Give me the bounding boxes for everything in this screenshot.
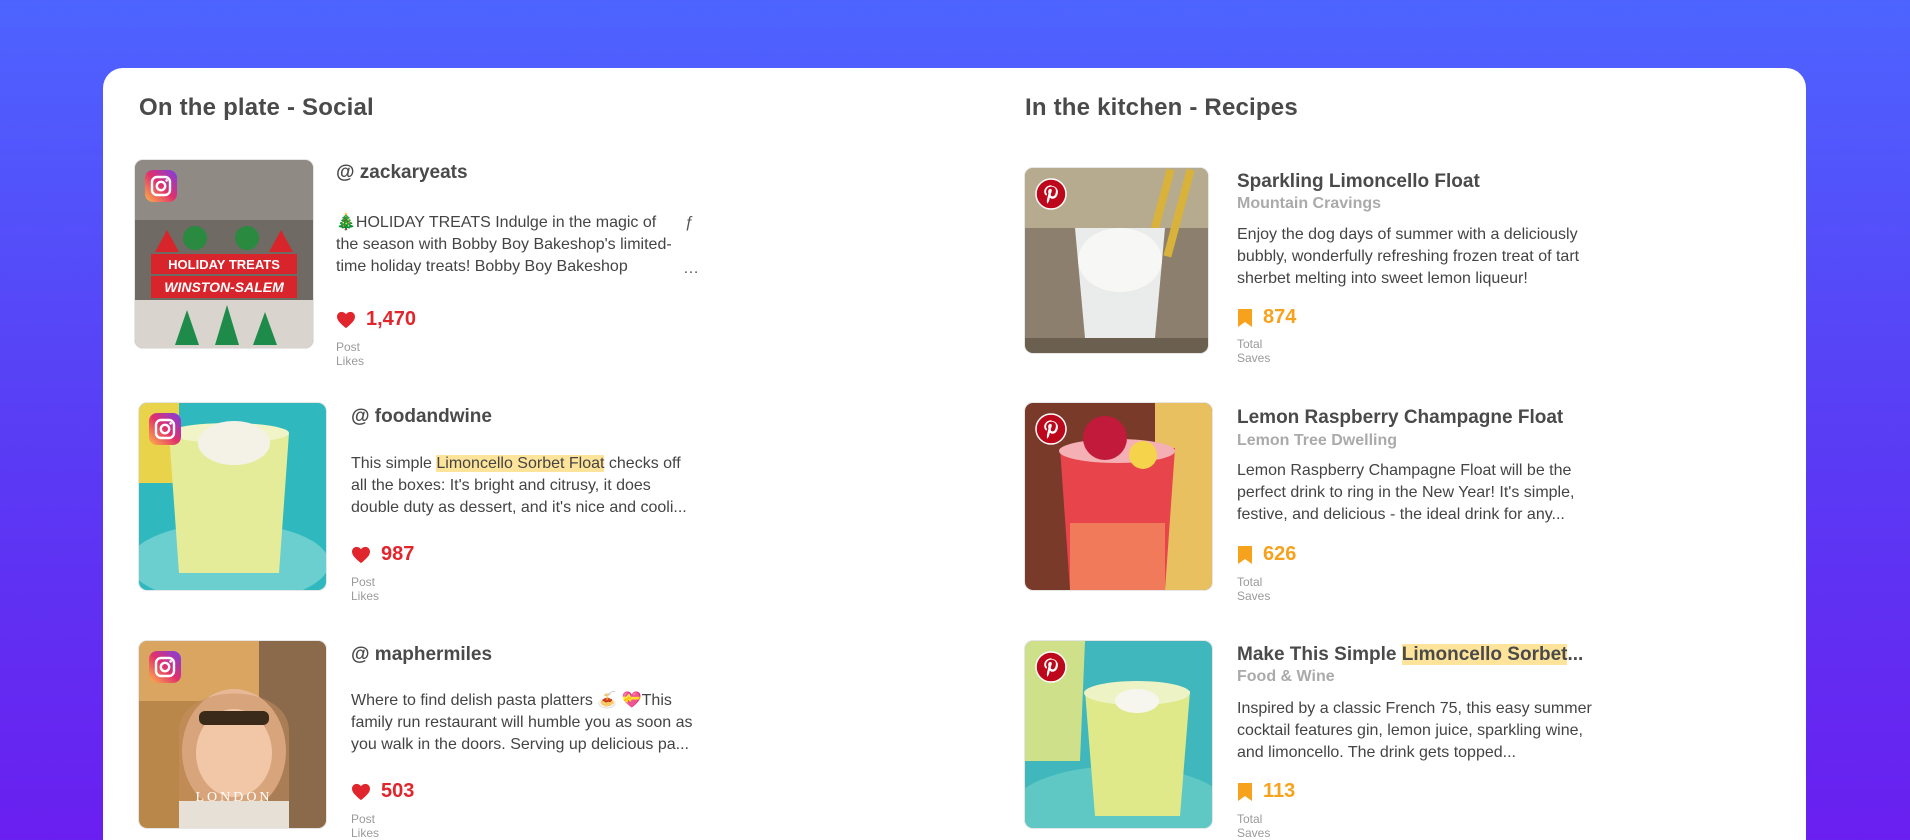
post-text: Where to find delish pasta platters 🍝 💝T…	[351, 692, 693, 753]
likes-count: 987	[381, 543, 415, 565]
saves-label: Total Saves	[1237, 337, 1271, 365]
heart-icon	[337, 311, 355, 328]
likes-metric: 987	[351, 543, 414, 566]
recipe-image[interactable]	[1025, 641, 1212, 828]
saves-label: Total Saves	[1237, 575, 1271, 603]
post-handle[interactable]: @ foodandwine	[351, 406, 492, 428]
facebook-icon: ƒ	[685, 214, 694, 231]
image-caption: LONDON	[195, 790, 272, 805]
likes-metric: 503	[351, 780, 414, 803]
image-caption-top: HOLIDAY TREATS	[168, 257, 280, 272]
more-icon[interactable]: …	[683, 260, 699, 278]
heart-icon	[352, 783, 370, 800]
recipe-source[interactable]: Mountain Cravings	[1237, 195, 1381, 213]
likes-count: 503	[381, 780, 415, 802]
recipe-text: Enjoy the dog days of summer with a deli…	[1237, 226, 1580, 287]
post-text: 🎄HOLIDAY TREATS Indulge in the magic of …	[336, 214, 672, 275]
pinterest-icon	[1035, 413, 1067, 445]
pinterest-icon	[1035, 651, 1067, 683]
post-image[interactable]	[139, 403, 326, 590]
pinterest-icon	[1035, 178, 1067, 210]
social-section-title: On the plate - Social	[139, 94, 374, 121]
likes-label: Post Likes	[351, 812, 380, 840]
recipe-image[interactable]	[1025, 403, 1212, 590]
recipes-section-title: In the kitchen - Recipes	[1025, 94, 1298, 121]
image-caption-bottom: WINSTON-SALEM	[164, 279, 284, 295]
recipe-text: Lemon Raspberry Champagne Float will be …	[1237, 462, 1575, 523]
recipe-title[interactable]: Lemon Raspberry Champagne Float	[1237, 407, 1563, 429]
instagram-icon	[149, 413, 181, 445]
search-highlight: Limoncello Sorbet Float	[436, 455, 605, 472]
post-image[interactable]: LONDON	[139, 641, 326, 828]
likes-count: 1,470	[366, 308, 417, 330]
saves-label: Total Saves	[1237, 812, 1271, 840]
saves-metric: 626	[1237, 543, 1296, 566]
recipe-title[interactable]: Sparkling Limoncello Float	[1237, 171, 1480, 193]
saves-count: 626	[1263, 543, 1297, 565]
post-handle[interactable]: @ maphermiles	[351, 644, 492, 666]
bookmark-icon	[1238, 545, 1252, 564]
likes-metric: 1,470	[336, 308, 416, 331]
saves-count: 874	[1263, 306, 1297, 328]
recipe-text: Inspired by a classic French 75, this ea…	[1237, 700, 1592, 761]
post-handle[interactable]: @ zackaryeats	[336, 162, 468, 184]
post-image[interactable]: HOLIDAY TREATS WINSTON-SALEM	[135, 160, 313, 348]
instagram-icon	[145, 170, 177, 202]
instagram-icon	[149, 651, 181, 683]
recipe-image[interactable]	[1025, 168, 1208, 353]
likes-label: Post Likes	[351, 575, 380, 603]
recipe-source[interactable]: Lemon Tree Dwelling	[1237, 432, 1397, 450]
saves-metric: 113	[1237, 780, 1295, 803]
search-highlight: Limoncello Sorbet	[1401, 644, 1568, 665]
bookmark-icon	[1238, 782, 1252, 801]
recipe-title[interactable]: Make This Simple Limoncello Sorbet...	[1237, 644, 1583, 666]
saves-metric: 874	[1237, 306, 1296, 329]
saves-count: 113	[1263, 780, 1296, 802]
heart-icon	[352, 546, 370, 563]
likes-label: Post Likes	[336, 340, 365, 368]
content-card: On the plate - Social HOLIDAY TREATS WIN…	[103, 68, 1806, 840]
recipe-source[interactable]: Food & Wine	[1237, 668, 1335, 686]
post-text: This simple Limoncello Sorbet Float chec…	[351, 455, 687, 516]
bookmark-icon	[1238, 308, 1252, 327]
